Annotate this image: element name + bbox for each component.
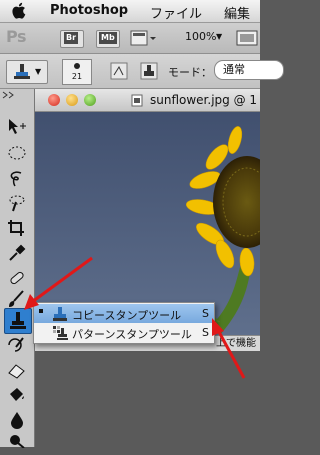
- arrow-to-menu-item: [212, 318, 246, 379]
- annotation-arrows: [24, 256, 246, 379]
- arrow-to-toolbar: [24, 256, 93, 310]
